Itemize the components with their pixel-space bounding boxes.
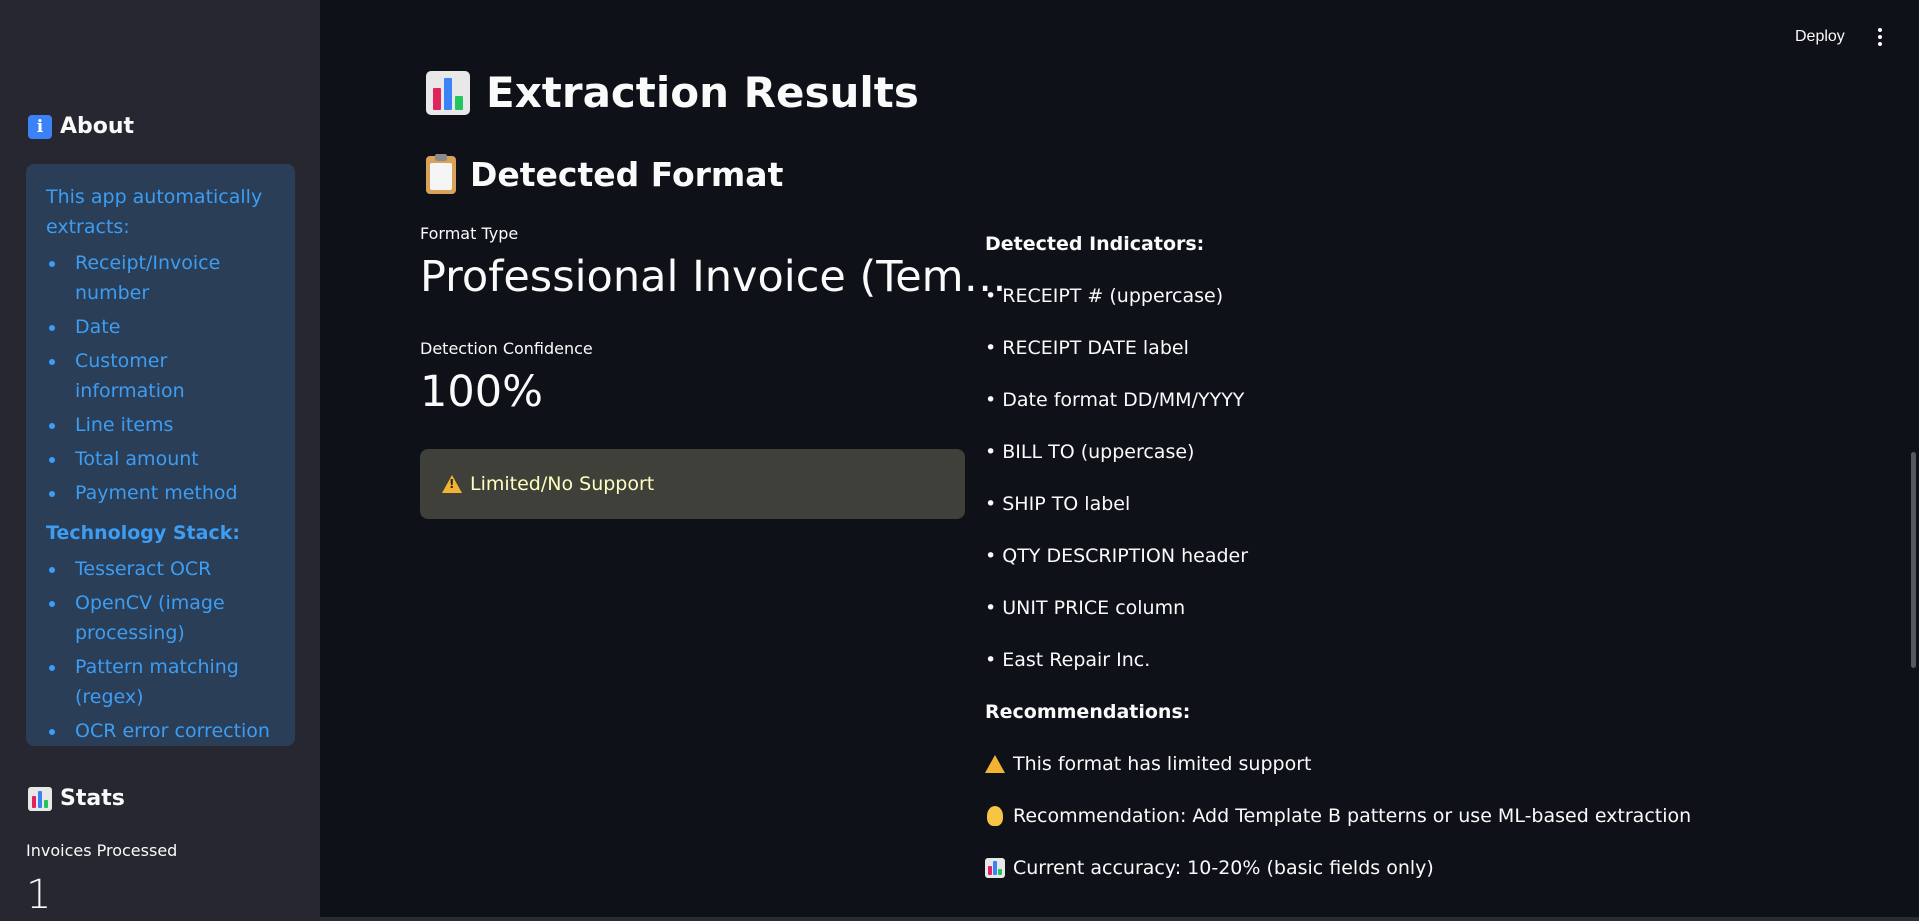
recommendation-item: Recommendation: Add Template B patterns … [985,790,1805,842]
app-root: i About This app automatically extracts:… [0,0,1919,921]
list-item: Customer information [46,346,279,406]
tech-list: Tesseract OCR OpenCV (image processing) … [46,554,279,746]
recommendation-text: This format has limited support [1013,753,1312,775]
clipboard-icon [426,153,456,194]
page-title: Extraction Results [426,68,919,117]
recommendation-text: Current accuracy: 10-20% (basic fields o… [1013,857,1434,879]
bottom-divider [320,917,1919,921]
list-item: OCR error correction [46,716,279,746]
page-title-text: Extraction Results [486,68,919,117]
confidence-value: 100% [420,367,543,417]
tech-stack-heading: Technology Stack: [46,522,240,544]
list-item: Total amount [46,444,279,474]
indicator-item: • QTY DESCRIPTION header [985,545,1249,567]
format-type-label: Format Type [420,224,519,243]
section-heading-text: Detected Format [470,155,784,194]
invoices-processed-label: Invoices Processed [26,841,178,860]
list-item: Line items [46,410,279,440]
scrollbar-thumb[interactable] [1911,452,1916,668]
info-icon: i [28,114,52,139]
recommendations-heading: Recommendations: [985,701,1191,723]
main-menu-button[interactable] [1870,22,1890,52]
indicator-item: • RECEIPT # (uppercase) [985,285,1224,307]
indicators-heading: Detected Indicators: [985,233,1205,255]
list-item: Payment method [46,478,279,508]
bar-chart-icon [28,786,52,811]
format-type-value: Professional Invoice (Tem… [420,252,1007,302]
recommendation-item: This format has limited support [985,738,1805,790]
recommendation-text: Recommendation: Add Template B patterns … [1013,805,1692,827]
about-text: This app automatically extracts: [46,186,263,238]
support-warning-alert: Limited/No Support [420,449,965,519]
indicator-item: • Date format DD/MM/YYYY [985,389,1245,411]
stats-heading-text: Stats [60,786,125,811]
stats-heading: Stats [28,786,125,811]
about-heading-text: About [60,114,135,139]
list-item: Receipt/Invoice number [46,248,279,308]
list-item: OpenCV (image processing) [46,588,279,648]
warning-icon [442,475,462,493]
indicator-item: • RECEIPT DATE label [985,337,1189,359]
list-item: Pattern matching (regex) [46,652,279,712]
bar-chart-icon [426,70,470,115]
list-item: Date [46,312,279,342]
bar-chart-icon [985,858,1005,878]
indicator-item: • BILL TO (uppercase) [985,441,1195,463]
kebab-menu-icon [1878,28,1882,32]
indicator-item: • East Repair Inc. [985,649,1151,671]
recommendation-item: Current accuracy: 10-20% (basic fields o… [985,842,1805,894]
invoices-processed-value: 1 [26,872,52,918]
sidebar: i About This app automatically extracts:… [0,0,320,921]
lightbulb-icon [987,806,1003,826]
deploy-button[interactable]: Deploy [1785,22,1855,52]
warning-icon [985,755,1005,773]
indicator-item: • UNIT PRICE column [985,597,1186,619]
confidence-label: Detection Confidence [420,339,593,358]
indicators-panel: Detected Indicators: • RECEIPT # (upperc… [985,218,1805,894]
list-item: Tesseract OCR [46,554,279,584]
indicator-item: • SHIP TO label [985,493,1131,515]
about-heading: i About [28,114,134,139]
support-warning-text: Limited/No Support [470,473,655,495]
extract-list: Receipt/Invoice number Date Customer inf… [46,248,279,508]
section-heading: Detected Format [426,153,784,194]
about-info-box: This app automatically extracts: Receipt… [26,164,295,746]
